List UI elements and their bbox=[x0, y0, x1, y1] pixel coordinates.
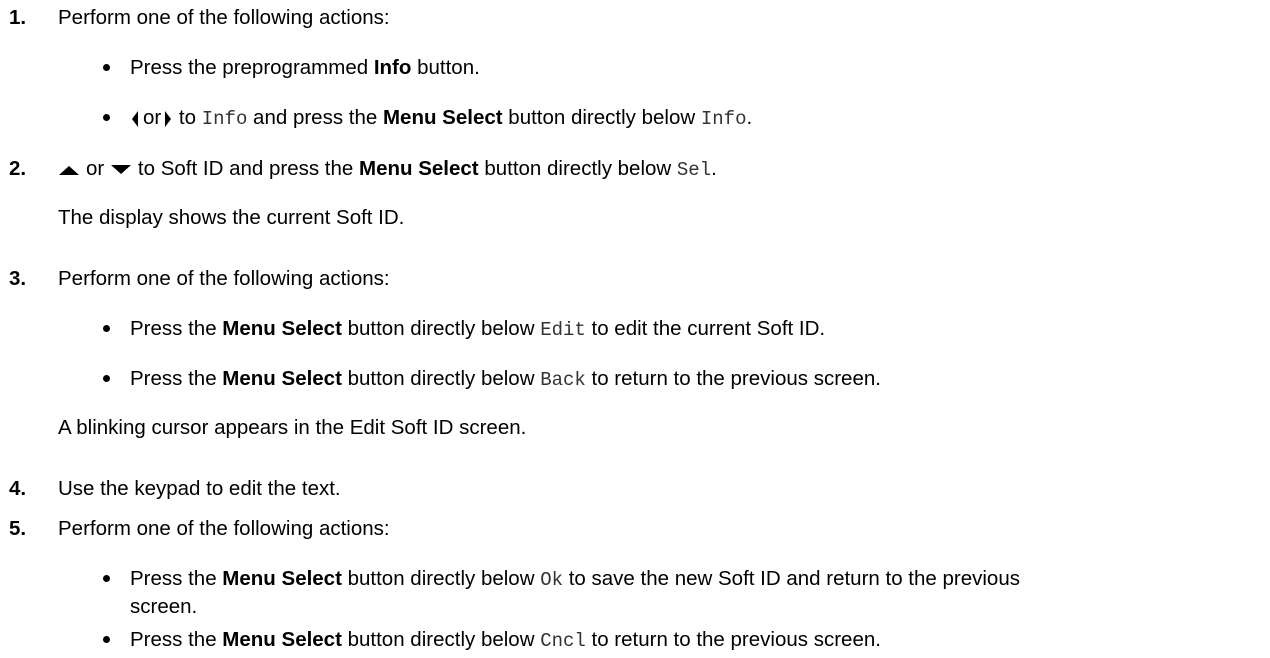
step-number: 2. bbox=[9, 157, 27, 180]
step-text: Perform one of the following actions: bbox=[58, 517, 390, 540]
step-number: 1. bbox=[9, 6, 27, 29]
bullet-text: or to Info and press the Menu Select but… bbox=[130, 106, 752, 131]
right-arrow-icon bbox=[165, 110, 172, 127]
bullet-text: Press the Menu Select button directly be… bbox=[130, 628, 881, 652]
step-text: Perform one of the following actions: bbox=[58, 6, 390, 29]
step-result: A blinking cursor appears in the Edit So… bbox=[58, 416, 527, 439]
step-text: or to Soft ID and press the Menu Select … bbox=[58, 157, 717, 182]
step-number: 4. bbox=[9, 477, 27, 500]
bullet-text: Press the Menu Select button directly be… bbox=[130, 367, 881, 391]
step-number: 3. bbox=[9, 267, 27, 290]
step-result: The display shows the current Soft ID. bbox=[58, 206, 405, 229]
left-arrow-icon bbox=[132, 110, 138, 127]
down-arrow-icon bbox=[111, 164, 132, 174]
step-text: Use the keypad to edit the text. bbox=[58, 477, 341, 500]
bullet-text: Press the preprogrammed Info button. bbox=[130, 56, 480, 79]
bullet-text-continuation: screen. bbox=[130, 595, 198, 618]
bullet bbox=[103, 636, 110, 643]
step-text: Perform one of the following actions: bbox=[58, 267, 390, 290]
bullet bbox=[103, 575, 110, 582]
bullet-text: Press the Menu Select button directly be… bbox=[130, 567, 1020, 591]
up-arrow-icon bbox=[59, 165, 79, 175]
bullet bbox=[103, 114, 110, 121]
bullet bbox=[103, 375, 110, 382]
step-number: 5. bbox=[9, 517, 27, 540]
bullet bbox=[103, 64, 110, 71]
bullet-text: Press the Menu Select button directly be… bbox=[130, 317, 826, 341]
bullet bbox=[103, 325, 110, 332]
